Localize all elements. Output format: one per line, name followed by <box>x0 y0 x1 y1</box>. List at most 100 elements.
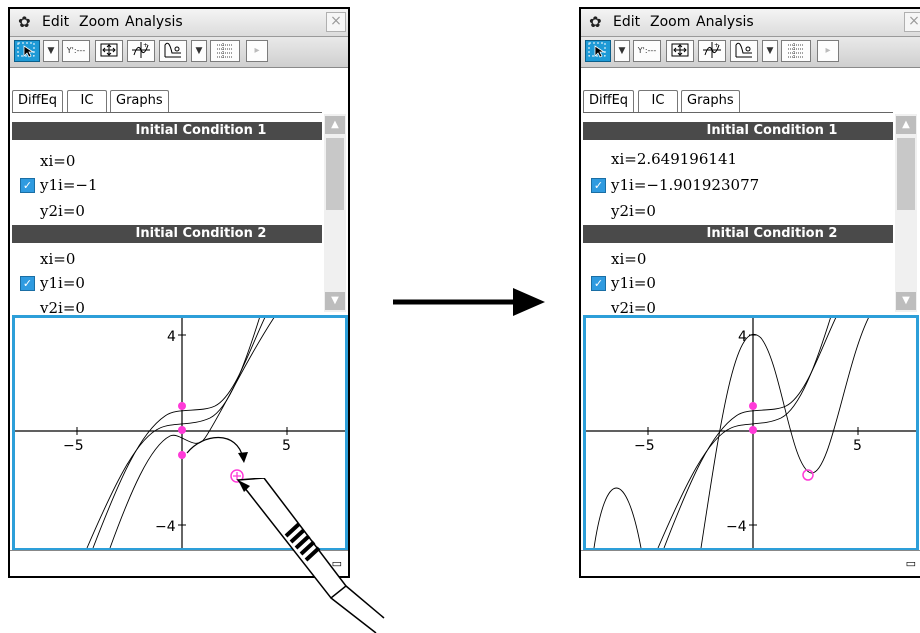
zoom-box-button[interactable] <box>95 40 123 62</box>
x-label-right: 5 <box>853 438 862 454</box>
axes-icon: + <box>132 42 150 58</box>
initial-point-1[interactable] <box>749 402 757 410</box>
sketch-dropdown-button[interactable]: ▼ <box>762 40 778 62</box>
select-dropdown-button[interactable]: ▼ <box>614 40 630 62</box>
drag-arrow-head <box>238 452 248 463</box>
menu-bar: ✿ Edit Zoom Analysis × <box>10 9 348 37</box>
scroll-down-icon[interactable]: ▼ <box>325 292 345 310</box>
toolbar-next-button[interactable]: ▸ <box>817 40 839 62</box>
ic1-header: Initial Condition 1 <box>583 122 893 140</box>
scroll-up-icon[interactable]: ▲ <box>325 116 345 134</box>
right-calculator-screen: ✿ Edit Zoom Analysis × ▼ Y':--- + ▼ ▸ Di… <box>579 7 920 578</box>
graph-window[interactable]: 4 −4 −5 5 <box>583 315 919 551</box>
menu-analysis[interactable]: Analysis <box>125 14 183 30</box>
ic1-xi[interactable]: xi=2.649196141 <box>611 149 737 169</box>
sketch-button[interactable] <box>159 40 187 62</box>
graph-canvas[interactable]: 4 −4 −5 5 <box>586 318 916 548</box>
initial-condition-editor: Initial Condition 1 xi=0 ✓ y1i=−1 y2i=0 … <box>12 112 322 313</box>
settings-icon[interactable]: ✿ <box>18 14 31 30</box>
ic2-y1i[interactable]: y1i=0 <box>611 273 656 293</box>
y-label-bottom: −4 <box>726 519 747 535</box>
ic1-y2i[interactable]: y2i=0 <box>40 201 85 221</box>
ic1-xi[interactable]: xi=0 <box>40 151 75 171</box>
y-editor-button[interactable]: Y':--- <box>633 40 661 62</box>
editor-scrollbar[interactable]: ▲ ▼ <box>895 114 917 312</box>
menu-analysis[interactable]: Analysis <box>696 14 754 30</box>
sketch-icon <box>164 42 181 58</box>
y-editor-button[interactable]: Y':--- <box>62 40 90 62</box>
select-arrow-icon <box>588 42 606 58</box>
editor-scrollbar[interactable]: ▲ ▼ <box>324 114 346 312</box>
sketch-icon <box>735 42 752 58</box>
initial-point-2[interactable] <box>749 426 757 434</box>
battery-icon: ▭ <box>905 557 916 570</box>
status-bar: ▭ <box>581 550 920 576</box>
x-label-left: −5 <box>63 438 84 454</box>
ic2-checkbox[interactable]: ✓ <box>591 276 606 291</box>
y-label-bottom: −4 <box>155 519 176 535</box>
tab-graphs[interactable]: Graphs <box>110 90 169 112</box>
table-icon <box>217 43 233 58</box>
menu-zoom[interactable]: Zoom <box>79 14 119 30</box>
scroll-up-icon[interactable]: ▲ <box>896 116 916 134</box>
y-label-top: 4 <box>738 329 747 345</box>
ic2-xi[interactable]: xi=0 <box>40 249 75 269</box>
solution-curve-3b <box>700 318 870 548</box>
ic2-y2i[interactable]: y2i=0 <box>611 298 656 313</box>
ic1-checkbox[interactable]: ✓ <box>20 178 35 193</box>
zoom-box-button[interactable] <box>666 40 694 62</box>
svg-text:+: + <box>714 42 719 49</box>
initial-point-3[interactable] <box>178 451 186 459</box>
select-arrow-icon <box>17 42 35 58</box>
solution-curve-3a <box>593 487 642 548</box>
drag-arrow <box>186 436 244 459</box>
scroll-thumb[interactable] <box>897 138 915 210</box>
zoom-box-icon <box>671 43 689 57</box>
ic2-y2i[interactable]: y2i=0 <box>40 298 85 313</box>
tab-ic[interactable]: IC <box>67 90 107 112</box>
axes-button[interactable]: + <box>127 40 155 62</box>
ic2-xi[interactable]: xi=0 <box>611 249 646 269</box>
settings-icon[interactable]: ✿ <box>589 14 602 30</box>
tab-diffeq[interactable]: DiffEq <box>12 90 64 112</box>
table-button[interactable] <box>781 40 811 62</box>
ic2-header: Initial Condition 2 <box>583 225 893 243</box>
ic1-y2i[interactable]: y2i=0 <box>611 201 656 221</box>
toolbar-next-button[interactable]: ▸ <box>246 40 268 62</box>
solution-curve-2 <box>657 318 831 548</box>
ic1-y1i[interactable]: y1i=−1.901923077 <box>611 175 759 195</box>
sketch-button[interactable] <box>730 40 758 62</box>
select-arrow-button[interactable] <box>14 40 40 62</box>
initial-point-2[interactable] <box>178 426 186 434</box>
toolbar: ▼ Y':--- + ▼ ▸ <box>581 37 920 68</box>
ic1-checkbox[interactable]: ✓ <box>591 178 606 193</box>
table-button[interactable] <box>210 40 240 62</box>
initial-point-1[interactable] <box>178 402 186 410</box>
solution-curve-2 <box>86 318 260 548</box>
menu-zoom[interactable]: Zoom <box>650 14 690 30</box>
ic2-y1i[interactable]: y1i=0 <box>40 273 85 293</box>
menu-edit[interactable]: Edit <box>613 14 640 30</box>
select-dropdown-button[interactable]: ▼ <box>43 40 59 62</box>
ic1-header: Initial Condition 1 <box>12 122 322 140</box>
axes-icon: + <box>703 42 721 58</box>
zoom-box-icon <box>100 43 118 57</box>
ic1-y1i[interactable]: y1i=−1 <box>40 175 98 195</box>
tab-diffeq[interactable]: DiffEq <box>583 90 635 112</box>
select-arrow-button[interactable] <box>585 40 611 62</box>
tab-graphs[interactable]: Graphs <box>681 90 740 112</box>
close-icon[interactable]: × <box>326 12 346 32</box>
sketch-dropdown-button[interactable]: ▼ <box>191 40 207 62</box>
svg-text:+: + <box>143 42 148 49</box>
scroll-thumb[interactable] <box>326 138 344 210</box>
menu-edit[interactable]: Edit <box>42 14 69 30</box>
x-label-left: −5 <box>634 438 655 454</box>
x-label-right: 5 <box>282 438 291 454</box>
close-icon[interactable]: × <box>904 12 920 32</box>
tab-ic[interactable]: IC <box>638 90 678 112</box>
scroll-down-icon[interactable]: ▼ <box>896 292 916 310</box>
y-label-top: 4 <box>167 329 176 345</box>
ic2-checkbox[interactable]: ✓ <box>20 276 35 291</box>
axes-button[interactable]: + <box>698 40 726 62</box>
menu-bar: ✿ Edit Zoom Analysis × <box>581 9 920 37</box>
